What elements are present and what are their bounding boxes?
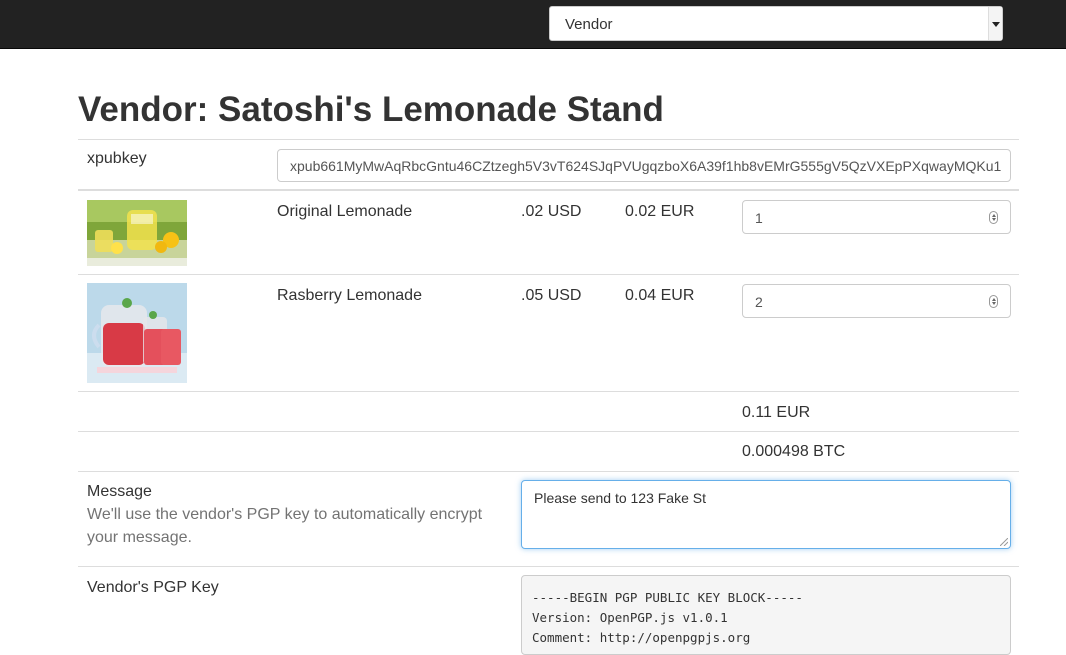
product-name: Original Lemonade (277, 203, 413, 220)
quantity-value: 1 (755, 210, 763, 226)
product-name: Rasberry Lemonade (277, 287, 422, 304)
divider (78, 189, 1019, 191)
message-value: Please send to 123 Fake St (534, 490, 706, 506)
lemonade-image (87, 200, 187, 266)
product-price-usd: .05 USD (521, 287, 582, 304)
message-help-text: We'll use the vendor's PGP key to automa… (87, 506, 483, 546)
divider (78, 274, 1019, 275)
product-price-eur: 0.02 EUR (625, 203, 695, 220)
stepper-icon[interactable] (989, 295, 998, 308)
quantity-input[interactable]: 1 (742, 200, 1011, 234)
xpubkey-label: xpubkey (87, 150, 147, 167)
divider (78, 139, 1019, 140)
resize-grip-icon[interactable] (1000, 538, 1008, 546)
divider (78, 431, 1019, 432)
navbar: Vendor (0, 0, 1066, 49)
divider (78, 471, 1019, 472)
total-eur: 0.11 EUR (742, 404, 811, 421)
message-textarea[interactable]: Please send to 123 Fake St (521, 480, 1011, 549)
chevron-down-icon (988, 7, 1002, 40)
stepper-icon[interactable] (989, 211, 998, 224)
page-title: Vendor: Satoshi's Lemonade Stand (78, 90, 664, 129)
raspberry-lemonade-image (87, 283, 187, 383)
message-label: Message (87, 483, 152, 500)
product-price-usd: .02 USD (521, 203, 582, 220)
divider (78, 391, 1019, 392)
quantity-input[interactable]: 2 (742, 284, 1011, 318)
quantity-value: 2 (755, 294, 763, 310)
role-select[interactable]: Vendor (549, 6, 1003, 41)
pgp-key-block: -----BEGIN PGP PUBLIC KEY BLOCK----- Ver… (521, 575, 1011, 655)
product-price-eur: 0.04 EUR (625, 287, 695, 304)
total-btc: 0.000498 BTC (742, 443, 846, 460)
pgp-key-label: Vendor's PGP Key (87, 579, 219, 596)
role-select-value: Vendor (565, 16, 613, 33)
divider (78, 566, 1019, 567)
xpubkey-value: xpub661MyMwAqRbcGntu46CZtzegh5V3vT624SJq… (290, 158, 1002, 174)
xpubkey-field[interactable]: xpub661MyMwAqRbcGntu46CZtzegh5V3vT624SJq… (277, 149, 1011, 182)
